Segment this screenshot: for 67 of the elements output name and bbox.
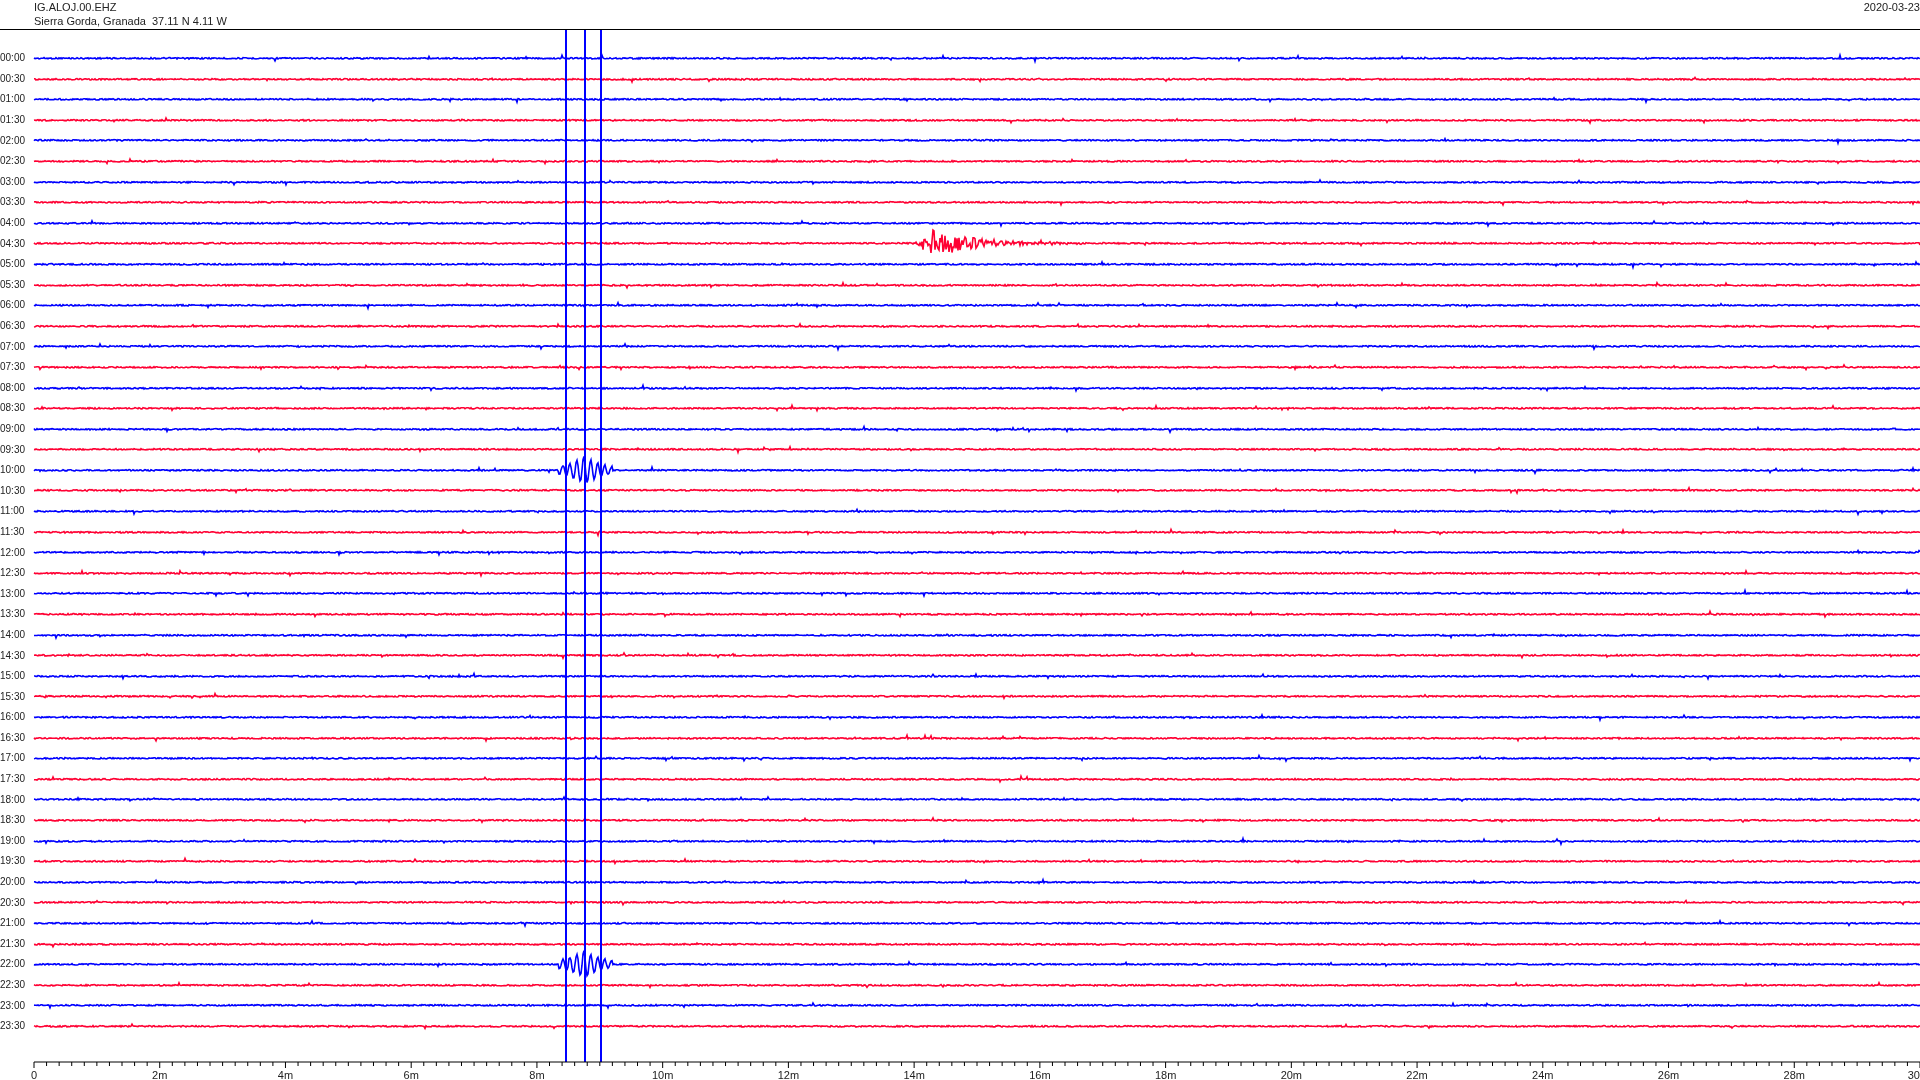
- time-label: 06:00: [0, 299, 27, 312]
- tick-label: 30: [1907, 1069, 1920, 1080]
- time-label: 02:00: [0, 134, 27, 147]
- time-label: 14:30: [0, 649, 27, 662]
- time-label: 22:30: [0, 979, 27, 991]
- time-label: 00:30: [0, 72, 27, 85]
- time-label: 12:00: [0, 546, 27, 559]
- time-label: 15:00: [0, 670, 27, 683]
- time-label: 21:00: [0, 917, 27, 930]
- tick-label: 18m: [1154, 1069, 1177, 1080]
- time-label: 00:00: [0, 52, 27, 65]
- time-label: 01:00: [0, 93, 27, 106]
- tick-label: 8m: [529, 1069, 545, 1080]
- station-code: IG.ALOJ.00.EHZ: [34, 0, 118, 14]
- time-label: 10:00: [0, 464, 27, 477]
- time-label: 17:00: [0, 752, 27, 765]
- time-label: 07:00: [0, 340, 27, 353]
- time-label: 15:30: [0, 690, 27, 703]
- tick-label: 16m: [1029, 1069, 1051, 1080]
- time-label: 20:30: [0, 896, 27, 909]
- tick-label: 12m: [777, 1069, 800, 1080]
- time-label: 20:00: [0, 876, 27, 889]
- time-label: 13:30: [0, 608, 27, 621]
- time-label: 23:30: [0, 1020, 27, 1033]
- time-label: 08:00: [0, 381, 27, 394]
- time-label: 14:00: [0, 628, 27, 641]
- time-label: 11:00: [0, 505, 26, 518]
- time-label: 10:30: [0, 484, 27, 497]
- tick-label: 10m: [651, 1069, 674, 1080]
- tick-label: 0: [30, 1069, 38, 1080]
- tick-label: 20m: [1280, 1069, 1303, 1080]
- time-label: 09:00: [0, 423, 27, 435]
- time-label: 01:30: [0, 114, 27, 127]
- time-label: 16:00: [0, 711, 27, 724]
- time-label: 09:30: [0, 443, 27, 456]
- time-label: 11:30: [0, 525, 26, 538]
- time-label: 21:30: [0, 937, 27, 950]
- time-label: 06:30: [0, 320, 27, 332]
- time-label: 23:00: [0, 999, 27, 1012]
- time-label: 08:30: [0, 402, 27, 415]
- time-label: 18:30: [0, 814, 27, 827]
- time-label: 03:00: [0, 175, 27, 188]
- time-label: 17:30: [0, 773, 27, 786]
- time-label: 04:00: [0, 217, 27, 230]
- station-location: Sierra Gorda, Granada 37.11 N 4.11 W: [34, 14, 227, 28]
- tick-label: 2m: [152, 1069, 168, 1080]
- tick-label: 24m: [1532, 1069, 1554, 1080]
- time-label: 19:00: [0, 834, 27, 847]
- tick-label: 28m: [1783, 1069, 1805, 1080]
- time-label: 05:00: [0, 258, 27, 271]
- time-label: 04:30: [0, 237, 27, 250]
- time-label: 03:30: [0, 196, 27, 209]
- time-label: 07:30: [0, 361, 27, 374]
- tick-label: 26m: [1657, 1069, 1680, 1080]
- time-label: 12:30: [0, 567, 27, 580]
- time-label: 18:00: [0, 793, 27, 806]
- plot-date: 2020-03-23: [1863, 0, 1920, 14]
- time-label: 16:30: [0, 731, 27, 744]
- time-label: 13:00: [0, 587, 27, 600]
- tick-label: 22m: [1406, 1069, 1428, 1080]
- time-label: 19:30: [0, 855, 27, 868]
- tick-label: 6m: [403, 1069, 419, 1080]
- time-label: 02:30: [0, 155, 27, 168]
- time-label: 05:30: [0, 278, 27, 291]
- tick-label: 4m: [277, 1069, 294, 1080]
- time-label: 22:00: [0, 958, 27, 971]
- tick-label: 14m: [903, 1069, 925, 1080]
